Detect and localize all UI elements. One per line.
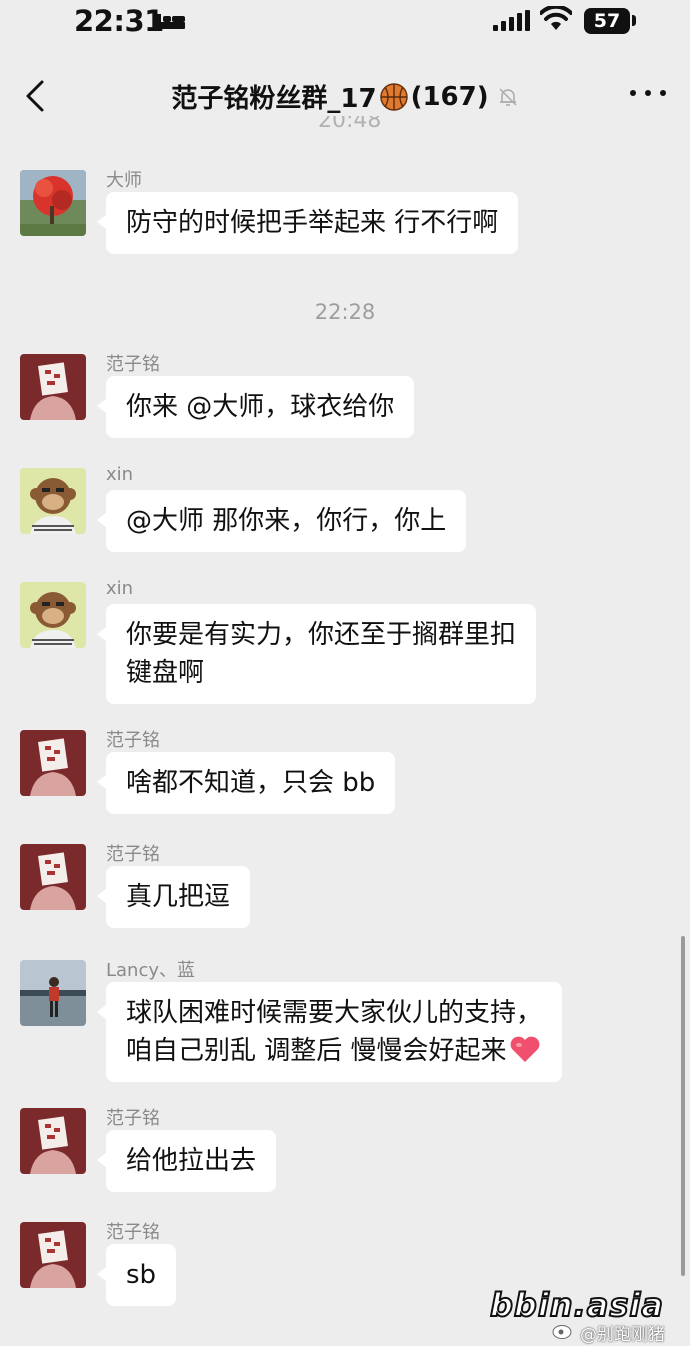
message-bubble[interactable]: 给他拉出去 — [96, 1130, 277, 1192]
scrollbar[interactable] — [681, 936, 685, 1276]
message-bubble[interactable]: 你来 @大师，球衣给你 — [96, 376, 415, 438]
basketball-icon — [379, 82, 408, 111]
sender-name: 范子铭 — [106, 354, 160, 375]
message-text: 啥都不知道，只会 bb — [126, 768, 376, 798]
sender-name: 范子铭 — [106, 844, 160, 865]
message-text: sb — [126, 1260, 157, 1290]
message-text: 防守的时候把手举起来 行不行啊 — [126, 208, 499, 238]
message-bubble[interactable]: sb — [96, 1244, 177, 1306]
avatar[interactable] — [20, 468, 86, 534]
sleep-mode-icon — [157, 14, 185, 29]
more-options-button[interactable] — [630, 86, 666, 100]
sender-name: 范子铭 — [106, 1108, 160, 1129]
message-text: 真几把逗 — [126, 882, 231, 912]
time-divider: 22:28 — [314, 300, 376, 324]
message-bubble[interactable]: 真几把逗 — [96, 866, 251, 928]
sender-name: 范子铭 — [106, 730, 160, 751]
avatar[interactable] — [20, 582, 86, 648]
sender-name: xin — [106, 464, 134, 485]
chat-title: 范子铭粉丝群_17 (167) — [171, 78, 518, 115]
message-bubble[interactable]: 防守的时候把手举起来 行不行啊 — [96, 192, 519, 254]
message-text-line: 你要是有实力，你还至于搁群里扣 — [126, 620, 517, 650]
avatar[interactable] — [20, 960, 86, 1026]
message-bubble[interactable]: 啥都不知道，只会 bb — [96, 752, 396, 814]
signal-icon — [493, 10, 530, 31]
heart-emoji-icon — [510, 1036, 539, 1062]
message-text-line-with-emoji: 咱自己别乱 调整后 慢慢会好起来 — [126, 1032, 542, 1070]
wifi-icon — [540, 6, 572, 30]
weibo-icon — [552, 1325, 572, 1339]
message-text: @大师 那你来，你行，你上 — [126, 506, 447, 536]
member-count: (167) — [410, 81, 489, 112]
sender-name: xin — [106, 578, 134, 599]
watermark-logo: bbin.asia — [489, 1285, 664, 1325]
dot-icon — [630, 90, 636, 96]
message-bubble[interactable]: 球队困难时候需要大家伙儿的支持， 咱自己别乱 调整后 慢慢会好起来 — [96, 982, 563, 1082]
battery-level: 57 — [593, 10, 621, 32]
status-bar: 22:31 57 — [0, 0, 690, 48]
battery-tip — [632, 15, 636, 26]
status-time: 22:31 — [74, 4, 164, 38]
message-text-line: 键盘啊 — [126, 658, 205, 688]
avatar[interactable] — [20, 170, 86, 236]
avatar[interactable] — [20, 354, 86, 420]
watermark-weibo-handle: @别跑刚猪 — [580, 1325, 665, 1345]
avatar[interactable] — [20, 730, 86, 796]
sender-name: 大师 — [106, 170, 142, 191]
mute-bell-icon — [499, 87, 517, 106]
time-divider-clipped: 20:48 — [318, 116, 382, 133]
avatar[interactable] — [20, 1222, 86, 1288]
watermark: bbin.asia @别跑刚猪 — [489, 1285, 690, 1346]
message-text-line: 球队困难时候需要大家伙儿的支持， — [126, 998, 543, 1028]
message-bubble[interactable]: @大师 那你来，你行，你上 — [96, 490, 467, 552]
message-text: 你来 @大师，球衣给你 — [126, 392, 395, 422]
message-text: 给他拉出去 — [126, 1146, 257, 1176]
battery-indicator: 57 — [584, 8, 630, 34]
chat-title-text: 范子铭粉丝群_17 — [171, 84, 377, 114]
avatar[interactable] — [20, 1108, 86, 1174]
message-bubble[interactable]: 你要是有实力，你还至于搁群里扣 键盘啊 — [96, 604, 537, 704]
avatar[interactable] — [20, 844, 86, 910]
sender-name: Lancy、蓝 — [106, 960, 196, 981]
dot-icon — [660, 90, 666, 96]
dot-icon — [645, 90, 651, 96]
sender-name: 范子铭 — [106, 1222, 160, 1243]
message-text-line: 咱自己别乱 调整后 慢慢会好起来 — [126, 1036, 507, 1066]
